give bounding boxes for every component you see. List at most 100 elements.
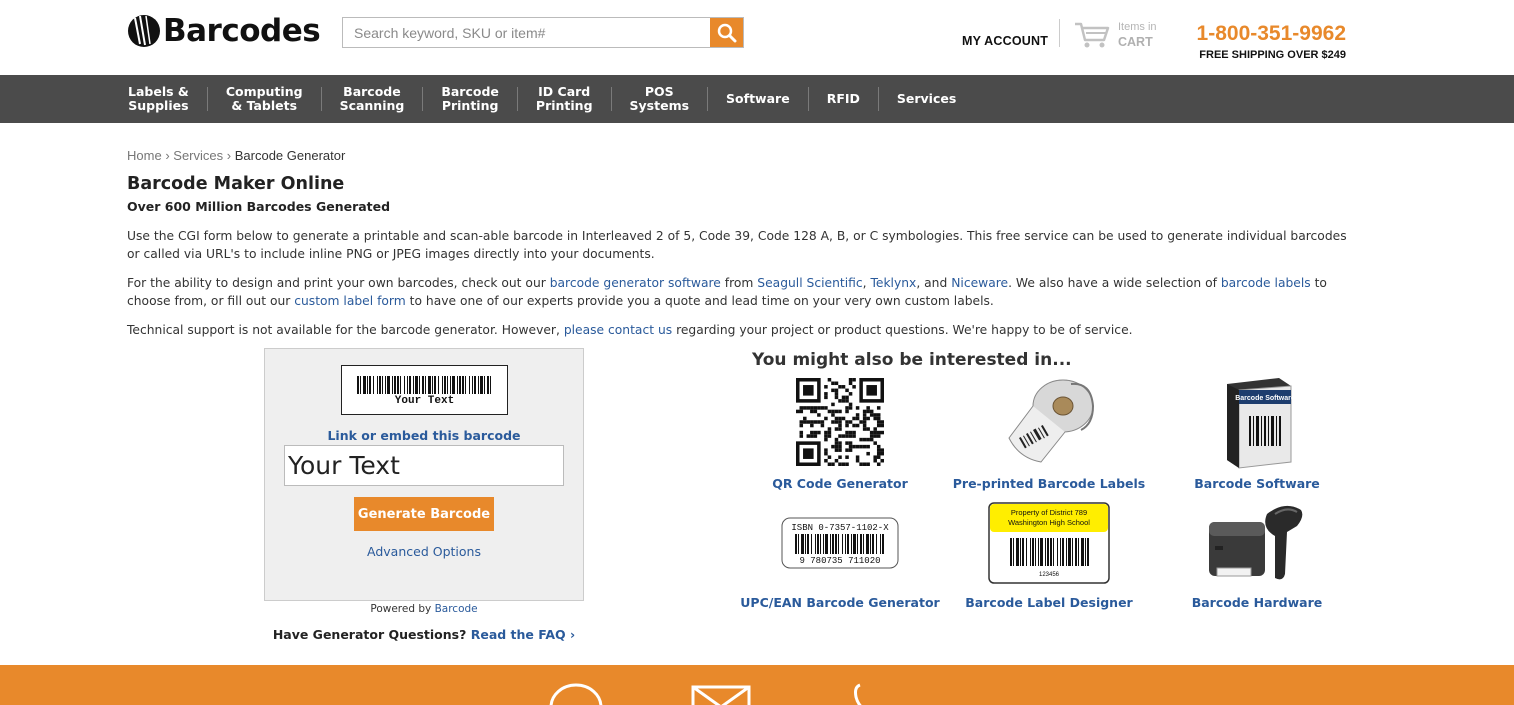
nav-item-services[interactable]: Services [879,92,974,106]
barcode-labels-link[interactable]: barcode labels [1221,276,1311,290]
nav-item-id-card-printing[interactable]: ID Card Printing [518,85,611,113]
qr-finder-module [803,448,814,459]
product-barcode-software[interactable]: Barcode Software Barcode Software [1157,376,1357,496]
barcode-bar [1060,538,1061,566]
qr-module [845,434,849,438]
qr-module [834,388,839,393]
qr-module [810,420,814,424]
qr-module [796,409,800,414]
support-paragraph: Technical support is not available for t… [127,321,1352,339]
product-barcode-label-designer[interactable]: Property of District 789 Washington High… [949,502,1149,622]
qr-module [845,395,849,400]
text-segment: Technical support is not available for t… [127,323,564,337]
search-button[interactable] [710,18,743,47]
barcode-bar [1040,538,1043,566]
barcode-bar [480,376,483,394]
qr-module [866,409,870,414]
custom-label-form-link[interactable]: custom label form [294,294,406,308]
nav-item-software[interactable]: Software [708,92,808,106]
logo-text: Barcodes [163,13,321,49]
product-label: UPC/EAN Barcode Generator [740,595,940,610]
search-input[interactable] [343,18,710,47]
barcode-bar [863,534,864,554]
advanced-options-link[interactable]: Advanced Options [265,544,583,559]
nav-item-barcode-scanning[interactable]: Barcode Scanning [322,85,423,113]
nav-item-computing-tablets[interactable]: Computing & Tablets [208,85,321,113]
product-label: Barcode Label Designer [965,595,1133,610]
qr-module [848,448,853,452]
read-faq-link[interactable]: Read the FAQ › [471,627,575,642]
barcode-bar [801,534,804,554]
barcode-bar [1022,538,1024,566]
chat-icon[interactable] [548,681,604,705]
qr-module [859,462,863,466]
text-segment: , and [916,276,952,290]
qr-module [869,430,874,435]
product-upc-ean-generator[interactable]: ISBN 0-7357-1102-X 9 780735 711020 UPC/E… [740,515,940,635]
qr-module [862,462,867,466]
barcode-bar [838,534,839,554]
qr-module [806,406,811,410]
cart-link[interactable]: Items in CART [1074,20,1157,50]
qr-module [831,462,835,466]
barcode-bar [1038,538,1039,566]
barcode-bar [357,376,359,394]
qr-module [845,406,849,410]
generate-barcode-button[interactable]: Generate Barcode [354,497,494,531]
qr-module [813,406,818,410]
barcode-bar [830,534,831,554]
header-divider [1059,19,1060,47]
powered-by-link[interactable]: Barcode [435,603,478,615]
qr-module [862,437,867,442]
qr-module [880,420,884,424]
nav-item-pos-systems[interactable]: POS Systems [612,85,708,113]
product-pre-printed-labels[interactable]: Pre-printed Barcode Labels [949,376,1149,496]
nav-item-labels-supplies[interactable]: Labels & Supplies [127,85,207,113]
qr-module [876,448,881,452]
barcode-bar [382,376,383,394]
teklynx-link[interactable]: Teklynx [870,276,916,290]
qr-module [838,423,842,428]
breadcrumb-home[interactable]: Home [127,148,162,163]
product-qr-code-generator[interactable]: QR Code Generator [740,378,940,498]
link-embed-link[interactable]: Link or embed this barcode [265,428,583,443]
qr-module [862,409,867,414]
barcode-bar [825,534,828,554]
barcode-generator-software-link[interactable]: barcode generator software [550,276,721,290]
breadcrumb-services[interactable]: Services [173,148,223,163]
nav-item-rfid[interactable]: RFID [809,92,878,106]
barcode-bar [1085,538,1086,566]
barcode-bar [1081,538,1084,566]
breadcrumb-current: Barcode Generator [234,148,346,163]
designer-line-1: Property of District 789 [1011,508,1087,517]
qr-module [841,462,846,466]
product-barcode-hardware[interactable]: Barcode Hardware [1157,502,1357,622]
phone-number[interactable]: 1-800-351-9962 [1197,22,1346,46]
phone-icon[interactable] [848,683,870,705]
barcode-text-input[interactable] [284,445,564,486]
qr-module [824,430,828,435]
qr-module [838,420,842,424]
barcode-bar [465,376,466,394]
niceware-link[interactable]: Niceware [951,276,1008,290]
barcode-bar [798,534,799,554]
contact-us-link[interactable]: please contact us [564,323,672,337]
seagull-scientific-link[interactable]: Seagull Scientific [757,276,862,290]
logo[interactable]: Barcodes [127,13,321,49]
nav-item-barcode-printing[interactable]: Barcode Printing [423,85,517,113]
qr-module [824,406,828,410]
my-account-link[interactable]: MY ACCOUNT [962,34,1048,48]
qr-module [845,441,849,445]
barcode-bar [472,376,473,394]
barcode-bar [1053,538,1054,566]
barcode-bar [428,376,431,394]
qr-module [873,441,877,445]
qr-module [831,444,835,449]
qr-module [827,462,832,466]
faq-question: Have Generator Questions? [272,627,471,642]
qr-module [866,427,870,431]
qr-module [827,434,832,438]
qr-module [831,409,835,414]
qr-module [873,413,877,417]
mail-icon[interactable] [691,685,751,705]
